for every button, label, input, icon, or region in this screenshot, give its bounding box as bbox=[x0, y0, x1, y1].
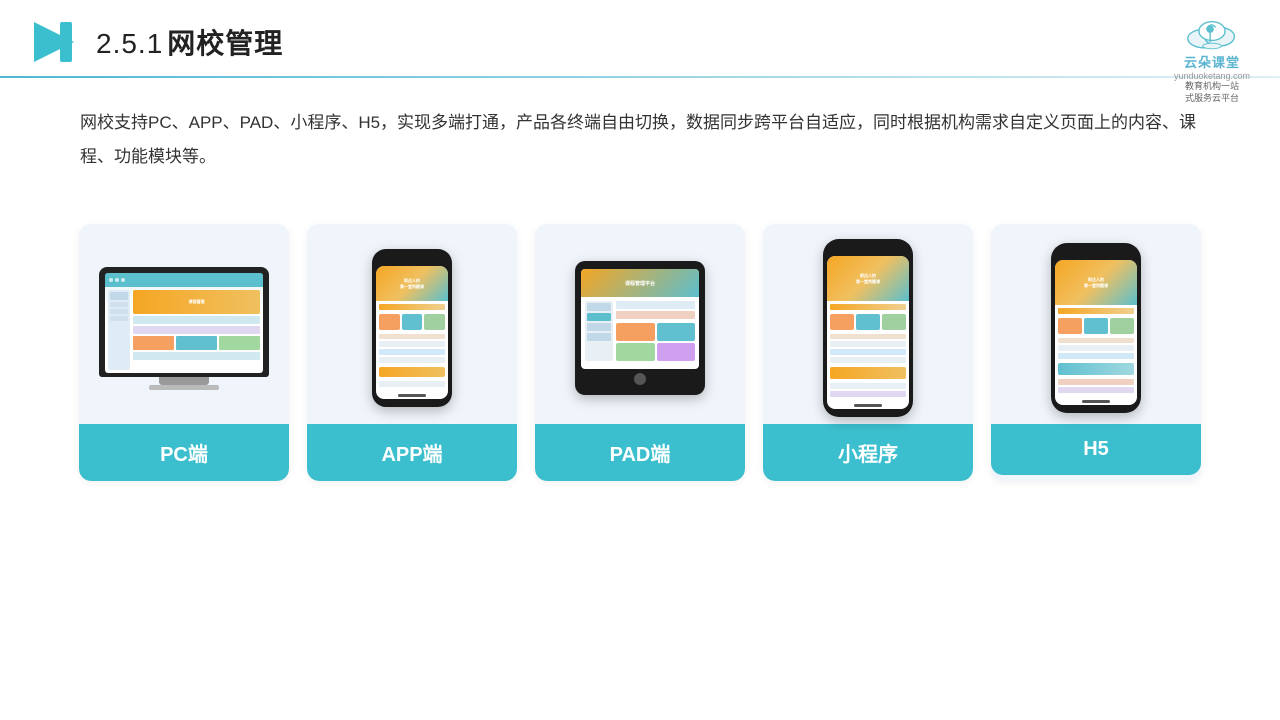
app-mockup: 职达人的第一堂判题课 bbox=[372, 249, 452, 407]
app-image-area: 职达人的第一堂判题课 bbox=[307, 224, 517, 424]
pc-label: PC端 bbox=[79, 424, 289, 481]
h5-image-area: 职达人的第一堂判题课 bbox=[991, 224, 1201, 424]
miniapp-image-area: 职达人的第一堂判题课 bbox=[763, 224, 973, 424]
header: 2.5.1网校管理 云朵课堂 yunduoketang.com 教育机构一站式服… bbox=[0, 0, 1280, 76]
pc-mockup: 课程管理 bbox=[99, 267, 269, 390]
pad-label: PAD端 bbox=[535, 424, 745, 481]
cloud-icon bbox=[1184, 14, 1240, 50]
page-title: 2.5.1网校管理 bbox=[96, 22, 283, 62]
miniapp-label: 小程序 bbox=[763, 424, 973, 481]
h5-mockup: 职达人的第一堂判题课 bbox=[1051, 243, 1141, 413]
device-cards-area: 课程管理 bbox=[0, 194, 1280, 501]
pad-image-area: 课程管理平台 bbox=[535, 224, 745, 424]
device-card-h5: 职达人的第一堂判题课 bbox=[991, 224, 1201, 481]
pad-mockup: 课程管理平台 bbox=[575, 261, 705, 395]
h5-label: H5 bbox=[991, 424, 1201, 475]
app-label: APP端 bbox=[307, 424, 517, 481]
device-card-miniapp: 职达人的第一堂判题课 bbox=[763, 224, 973, 481]
device-card-pad: 课程管理平台 bbox=[535, 224, 745, 481]
logo-icon bbox=[30, 18, 78, 66]
miniapp-mockup: 职达人的第一堂判题课 bbox=[823, 239, 913, 417]
brand-logo: 云朵课堂 yunduoketang.com 教育机构一站式服务云平台 bbox=[1174, 14, 1250, 104]
pc-image-area: 课程管理 bbox=[79, 224, 289, 424]
device-card-app: 职达人的第一堂判题课 bbox=[307, 224, 517, 481]
device-card-pc: 课程管理 bbox=[79, 224, 289, 481]
description-text: 网校支持PC、APP、PAD、小程序、H5，实现多端打通，产品各终端自由切换，数… bbox=[0, 78, 1280, 184]
